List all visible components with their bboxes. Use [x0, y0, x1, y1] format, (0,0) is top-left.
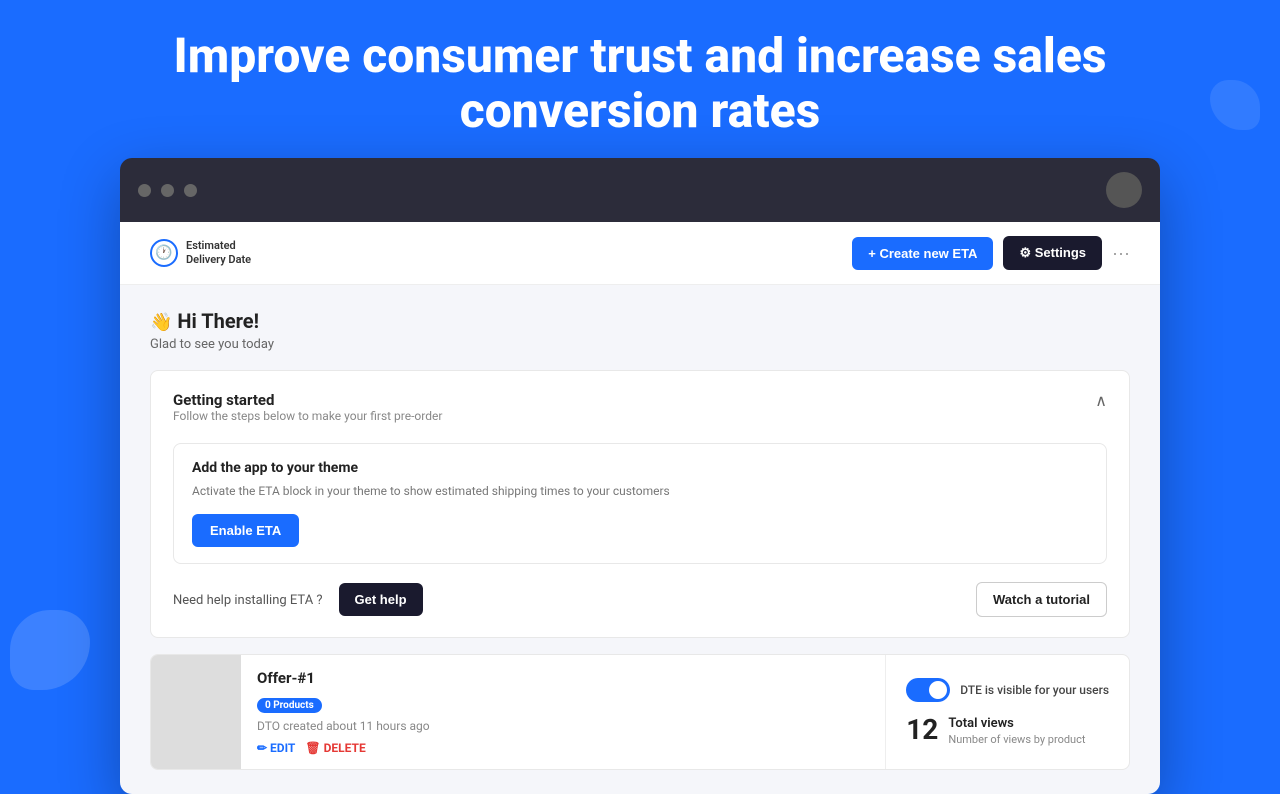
more-options-button[interactable]: ··· — [1112, 243, 1130, 264]
get-help-button[interactable]: Get help — [339, 583, 423, 616]
views-title: Total views — [948, 716, 1085, 733]
browser-bar — [120, 158, 1160, 222]
decorative-blob-left — [10, 610, 90, 690]
browser-window: 🕐 Estimated Delivery Date + Create new E… — [120, 158, 1160, 794]
offer-card: Offer-#1 0 Products DTO created about 11… — [150, 654, 1130, 770]
views-count: 12 — [906, 716, 938, 744]
greeting-subtitle: Glad to see you today — [150, 337, 1130, 352]
getting-started-subtitle: Follow the steps below to make your firs… — [173, 409, 442, 423]
offer-name: Offer-#1 — [257, 669, 869, 687]
step-card: Add the app to your theme Activate the E… — [173, 443, 1107, 564]
getting-started-card: Getting started Follow the steps below t… — [150, 370, 1130, 638]
views-subtitle: Number of views by product — [948, 733, 1085, 746]
greeting-title: 👋 Hi There! — [150, 309, 1130, 333]
create-eta-button[interactable]: + Create new ETA — [852, 237, 993, 270]
greeting-emoji: 👋 — [150, 312, 172, 333]
logo-text: Estimated Delivery Date — [186, 239, 251, 268]
browser-dot-green — [184, 184, 197, 197]
offer-stats: DTE is visible for your users 12 Total v… — [885, 655, 1129, 769]
getting-started-header: Getting started Follow the steps below t… — [173, 391, 1107, 439]
step-title: Add the app to your theme — [192, 460, 1088, 476]
offer-info: Offer-#1 0 Products DTO created about 11… — [241, 655, 885, 769]
toggle-row: DTE is visible for your users — [906, 678, 1109, 702]
offer-thumbnail — [151, 655, 241, 769]
pencil-icon: ✏ — [257, 741, 270, 755]
app-header: 🕐 Estimated Delivery Date + Create new E… — [120, 222, 1160, 285]
browser-dot-yellow — [161, 184, 174, 197]
enable-eta-button[interactable]: Enable ETA — [192, 514, 299, 547]
step-description: Activate the ETA block in your theme to … — [192, 482, 1088, 500]
settings-button[interactable]: ⚙ Settings — [1003, 236, 1102, 270]
delete-link[interactable]: 🗑 DELETE — [305, 741, 365, 755]
offer-actions: ✏ EDIT 🗑 DELETE — [257, 741, 869, 755]
getting-started-title: Getting started — [173, 391, 442, 409]
offer-created-time: DTO created about 11 hours ago — [257, 719, 869, 733]
edit-link[interactable]: ✏ EDIT — [257, 741, 295, 755]
help-text: Need help installing ETA ? — [173, 593, 323, 608]
visibility-toggle[interactable] — [906, 678, 950, 702]
hero-title: Improve consumer trust and increase sale… — [0, 0, 1280, 158]
trash-icon: 🗑 — [305, 741, 323, 755]
logo-area: 🕐 Estimated Delivery Date — [150, 239, 251, 268]
main-body: 👋 Hi There! Glad to see you today Gettin… — [120, 285, 1160, 794]
help-row: Need help installing ETA ? Get help Watc… — [173, 582, 1107, 617]
browser-dot-red — [138, 184, 151, 197]
stats-views: 12 Total views Number of views by produc… — [906, 716, 1109, 746]
header-actions: + Create new ETA ⚙ Settings ··· — [852, 236, 1130, 270]
offer-badge: 0 Products — [257, 698, 322, 713]
browser-avatar — [1106, 172, 1142, 208]
toggle-label: DTE is visible for your users — [960, 683, 1109, 697]
watch-tutorial-button[interactable]: Watch a tutorial — [976, 582, 1107, 617]
logo-icon: 🕐 — [150, 239, 178, 267]
collapse-icon[interactable]: ∧ — [1095, 391, 1107, 410]
